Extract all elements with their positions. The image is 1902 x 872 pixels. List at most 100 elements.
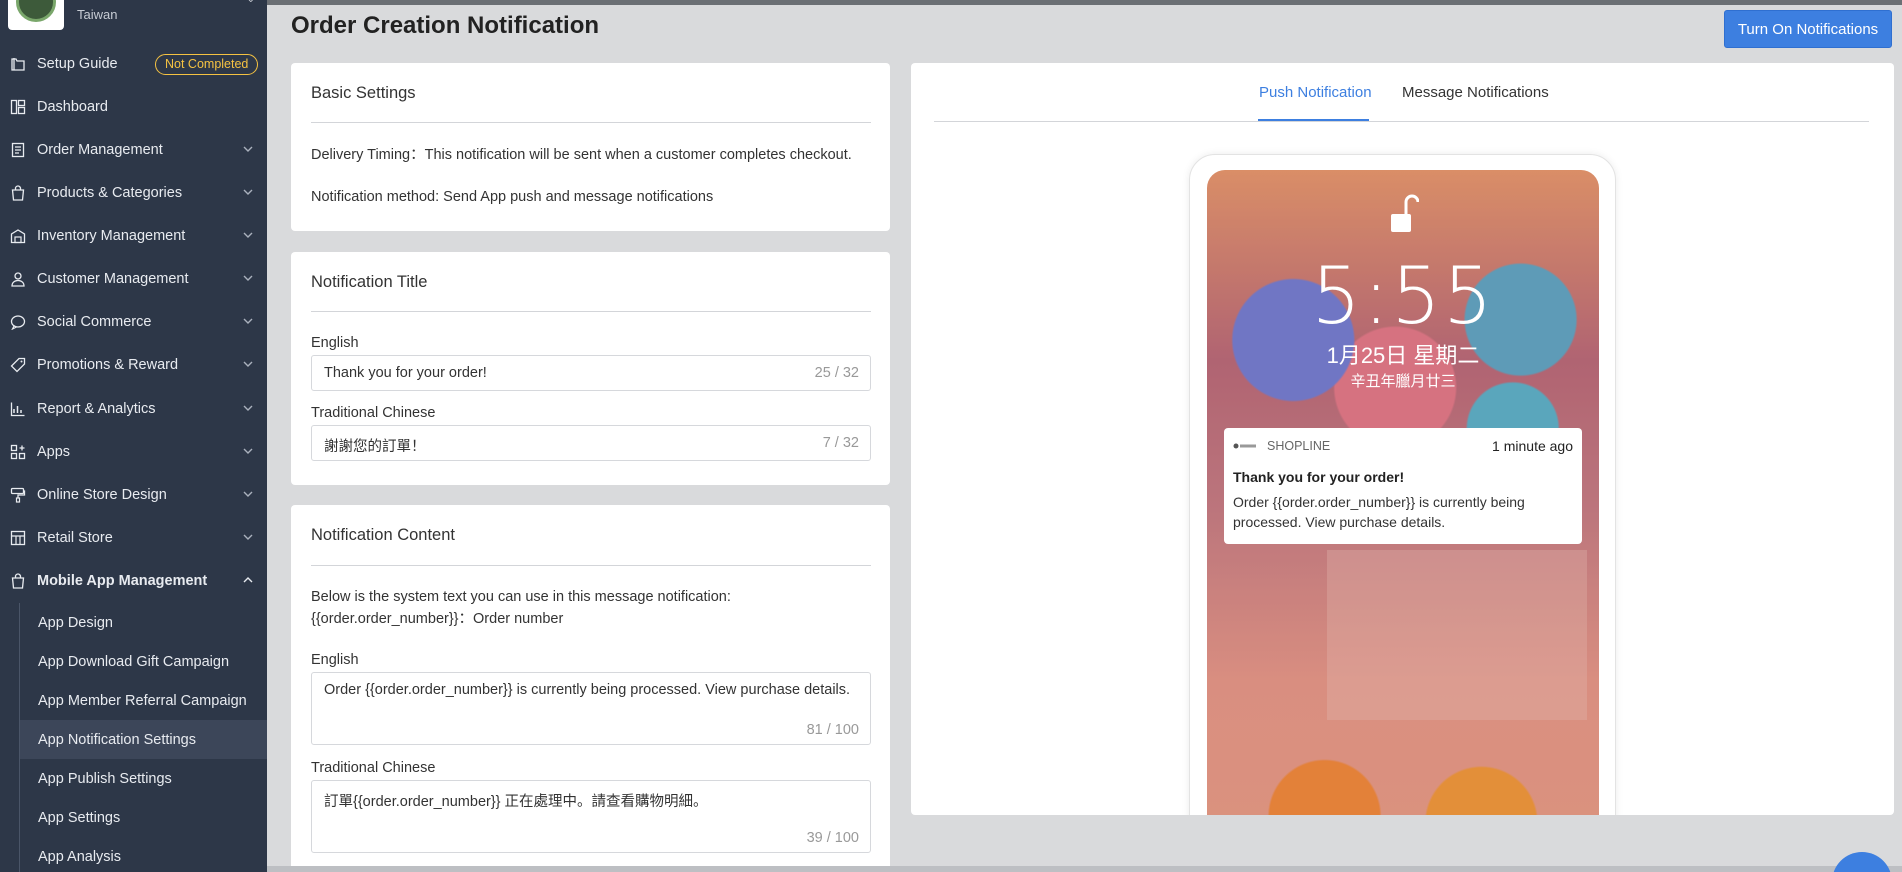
notification-content-card: Notification Content Below is the system… xyxy=(291,505,890,872)
sidebar-item-apps[interactable]: Apps xyxy=(0,434,267,470)
turn-on-notifications-button[interactable]: Turn On Notifications xyxy=(1724,10,1892,48)
lock-screen-lunar-date: 辛丑年臘月廿三 xyxy=(1350,373,1456,390)
lock-screen-time: 5:55 xyxy=(1311,252,1495,342)
sidebar-item-label: Customer Management xyxy=(37,271,189,287)
sidebar-item-inventory[interactable]: Inventory Management xyxy=(0,218,267,254)
user-icon xyxy=(11,272,25,287)
chart-icon xyxy=(10,402,25,417)
sidebar-item-retail-store[interactable]: Retail Store xyxy=(0,520,267,556)
sidebar-item-label: Retail Store xyxy=(37,530,113,546)
sidebar: Taiwan ⌄ Setup Guide Not Completed Dashb… xyxy=(0,0,267,872)
sidebar-item-promotions[interactable]: Promotions & Reward xyxy=(0,347,267,383)
lock-screen-date: 1月25日 星期二 xyxy=(1326,343,1480,368)
sidebar-item-label: Dashboard xyxy=(37,99,108,115)
chevron-down-icon xyxy=(243,405,253,411)
divider xyxy=(311,311,871,312)
chevron-down-icon xyxy=(243,448,253,454)
card-title: Notification Title xyxy=(311,273,428,291)
notification-body: Order {{order.order_number}} is currentl… xyxy=(1233,494,1525,530)
content-english-textarea[interactable]: Order {{order.order_number}} is currentl… xyxy=(311,672,871,745)
traditional-chinese-label: Traditional Chinese xyxy=(311,760,436,776)
content-chinese-textarea[interactable]: 訂單{{order.order_number}} 正在處理中。請查看購物明細。 … xyxy=(311,780,871,853)
input-value: Thank you for your order! xyxy=(324,365,487,381)
store-switcher[interactable]: Taiwan ⌄ xyxy=(8,0,263,32)
basic-settings-card: Basic Settings Delivery Timing：This noti… xyxy=(291,63,890,231)
sidebar-item-label: Order Management xyxy=(37,142,163,158)
sidebar-item-order-management[interactable]: Order Management xyxy=(0,132,267,168)
lock-screen: 5:55 1月25日 星期二 辛丑年臘月廿三 SHOPLINE 1 minute… xyxy=(1207,170,1599,815)
store-name: Taiwan xyxy=(77,7,118,22)
notification-time: 1 minute ago xyxy=(1492,438,1573,454)
chat-icon xyxy=(10,315,26,330)
sidebar-subitem-app-download-gift[interactable]: App Download Gift Campaign xyxy=(20,642,267,681)
english-label: English xyxy=(311,652,359,668)
sidebar-item-online-store-design[interactable]: Online Store Design xyxy=(0,477,267,513)
card-title: Notification Content xyxy=(311,526,455,544)
inventory-icon xyxy=(10,229,26,244)
help-variable-text: {{order.order_number}}：Order number xyxy=(311,611,564,627)
chevron-down-icon xyxy=(243,189,253,195)
sidebar-subitem-app-analysis[interactable]: App Analysis xyxy=(20,837,267,872)
chevron-down-icon xyxy=(243,232,253,238)
chevron-down-icon xyxy=(243,318,253,324)
sidebar-submenu: App Design App Download Gift Campaign Ap… xyxy=(19,603,267,872)
divider xyxy=(311,565,871,566)
input-value: 訂單{{order.order_number}} 正在處理中。請查看購物明細。 xyxy=(324,794,708,810)
title-chinese-input[interactable]: 謝謝您的訂單！ 7 / 32 xyxy=(311,425,871,461)
unlock-icon xyxy=(1391,194,1419,232)
char-counter: 7 / 32 xyxy=(822,435,859,451)
sidebar-item-label: Promotions & Reward xyxy=(37,357,179,373)
chevron-up-icon xyxy=(243,577,253,583)
sidebar-item-label: Apps xyxy=(37,444,71,460)
setup-guide-icon xyxy=(11,58,25,71)
divider xyxy=(311,122,871,123)
store-icon xyxy=(10,530,26,546)
notification-app-name: SHOPLINE xyxy=(1267,439,1331,453)
sidebar-item-products[interactable]: Products & Categories xyxy=(0,175,267,211)
tab-message-notifications[interactable]: Message Notifications xyxy=(1402,84,1549,101)
english-label: English xyxy=(311,335,359,351)
sidebar-item-mobile-app-management[interactable]: Mobile App Management xyxy=(0,563,267,599)
status-badge: Not Completed xyxy=(155,54,259,75)
notification-method-text: Notification method: Send App push and m… xyxy=(311,189,714,205)
preview-panel: Push Notification Message Notifications … xyxy=(911,63,1894,815)
active-tab-indicator xyxy=(1258,119,1369,121)
sidebar-item-dashboard[interactable]: Dashboard xyxy=(0,89,267,125)
notification-title-card: Notification Title English Thank you for… xyxy=(291,252,890,485)
sidebar-subitem-app-publish-settings[interactable]: App Publish Settings xyxy=(20,759,267,798)
sidebar-subitem-app-design[interactable]: App Design xyxy=(20,603,267,642)
sidebar-item-label: Mobile App Management xyxy=(37,573,208,589)
sidebar-subitem-app-notification-settings[interactable]: App Notification Settings xyxy=(20,720,267,759)
sidebar-item-label: Products & Categories xyxy=(37,185,183,201)
notification-title: Thank you for your order! xyxy=(1233,469,1405,485)
sidebar-item-reports[interactable]: Report & Analytics xyxy=(0,391,267,427)
sidebar-item-social-commerce[interactable]: Social Commerce xyxy=(0,304,267,340)
sidebar-item-label: Setup Guide xyxy=(37,56,118,72)
sidebar-subitem-app-settings[interactable]: App Settings xyxy=(20,798,267,837)
dashboard-icon xyxy=(10,99,26,115)
sidebar-item-setup-guide[interactable]: Setup Guide Not Completed xyxy=(0,46,267,82)
chevron-down-icon: ⌄ xyxy=(247,0,255,5)
chevron-down-icon xyxy=(243,534,253,540)
mobile-bag-icon xyxy=(11,573,25,589)
tab-push-notification[interactable]: Push Notification xyxy=(1259,84,1372,101)
sidebar-item-label: Social Commerce xyxy=(37,314,152,330)
order-icon xyxy=(11,142,25,158)
char-counter: 39 / 100 xyxy=(806,830,859,846)
bag-icon xyxy=(11,185,25,201)
chevron-down-icon xyxy=(243,275,253,281)
sidebar-subitem-app-member-referral[interactable]: App Member Referral Campaign xyxy=(20,681,267,720)
chat-support-button[interactable] xyxy=(1832,852,1892,872)
sidebar-item-label: Online Store Design xyxy=(37,487,167,503)
top-bar xyxy=(0,0,1902,5)
phone-mockup: 5:55 1月25日 星期二 辛丑年臘月廿三 SHOPLINE 1 minute… xyxy=(1189,154,1616,815)
push-notification-card: SHOPLINE 1 minute ago Thank you for your… xyxy=(1224,428,1582,544)
sidebar-item-label: Inventory Management xyxy=(37,228,186,244)
bottom-scrollbar[interactable] xyxy=(267,866,1902,872)
page-title: Order Creation Notification xyxy=(291,12,600,39)
title-english-input[interactable]: Thank you for your order! 25 / 32 xyxy=(311,355,871,391)
card-title: Basic Settings xyxy=(311,84,416,102)
sidebar-item-customers[interactable]: Customer Management xyxy=(0,261,267,297)
traditional-chinese-label: Traditional Chinese xyxy=(311,405,436,421)
apps-icon xyxy=(10,444,26,460)
